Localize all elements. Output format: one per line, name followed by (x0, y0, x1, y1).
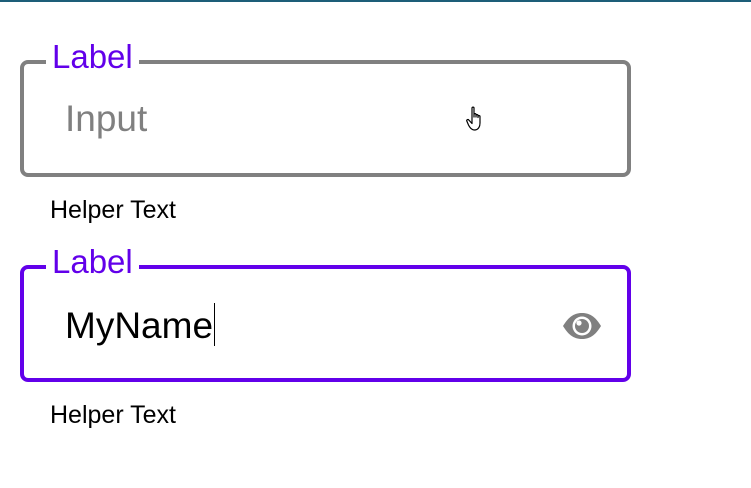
field-label: Label (46, 39, 139, 75)
top-divider (0, 0, 751, 2)
text-field-1[interactable]: Label Input (20, 39, 631, 177)
input-value-text: MyName (65, 305, 214, 346)
input-placeholder[interactable]: Input (65, 98, 147, 140)
text-field-2[interactable]: Label MyName (20, 244, 631, 382)
text-caret (214, 303, 216, 346)
helper-text: Helper Text (50, 196, 176, 224)
field-label: Label (46, 244, 139, 280)
helper-text: Helper Text (50, 401, 176, 429)
eye-icon[interactable] (561, 311, 603, 341)
input-value[interactable]: MyName (65, 303, 216, 347)
hand-pointer-icon (466, 106, 481, 131)
